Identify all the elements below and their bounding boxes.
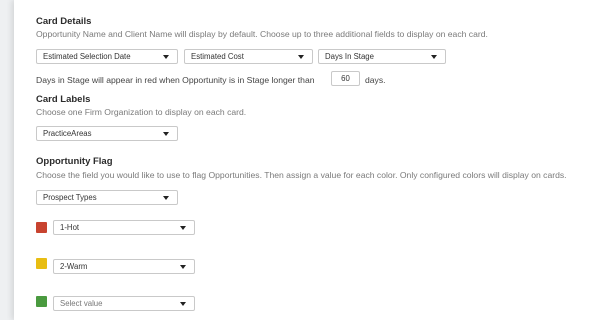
days-threshold-input[interactable]: 60 bbox=[331, 71, 360, 86]
settings-panel: Card Details Opportunity Name and Client… bbox=[14, 0, 600, 320]
chevron-down-icon bbox=[298, 55, 304, 59]
chevron-down-icon bbox=[163, 196, 169, 200]
flag-color-swatch-red[interactable] bbox=[36, 222, 47, 233]
card-label-value: PracticeAreas bbox=[43, 129, 92, 138]
card-field-2-select[interactable]: Estimated Cost bbox=[184, 49, 313, 64]
card-field-3-value: Days In Stage bbox=[325, 52, 374, 61]
flag-field-value: Prospect Types bbox=[43, 193, 97, 202]
flag-value-select-yellow[interactable]: 2-Warm bbox=[53, 259, 195, 274]
flag-value-yellow: 2-Warm bbox=[60, 262, 88, 271]
card-details-heading: Card Details bbox=[36, 16, 92, 27]
flag-color-swatch-yellow[interactable] bbox=[36, 258, 47, 269]
card-label-select[interactable]: PracticeAreas bbox=[36, 126, 178, 141]
chevron-down-icon bbox=[180, 302, 186, 306]
flag-value-select-green[interactable]: Select value bbox=[53, 296, 195, 311]
flag-value-red: 1-Hot bbox=[60, 223, 80, 232]
flag-field-select[interactable]: Prospect Types bbox=[36, 190, 178, 205]
card-labels-description: Choose one Firm Organization to display … bbox=[36, 107, 247, 117]
chevron-down-icon bbox=[431, 55, 437, 59]
days-in-stage-text: Days in Stage will appear in red when Op… bbox=[36, 75, 315, 85]
card-field-3-select[interactable]: Days In Stage bbox=[318, 49, 446, 64]
chevron-down-icon bbox=[180, 226, 186, 230]
opportunity-flag-description: Choose the field you would like to use t… bbox=[36, 170, 567, 180]
card-field-1-select[interactable]: Estimated Selection Date bbox=[36, 49, 178, 64]
chevron-down-icon bbox=[180, 265, 186, 269]
card-labels-heading: Card Labels bbox=[36, 94, 91, 105]
flag-value-select-red[interactable]: 1-Hot bbox=[53, 220, 195, 235]
flag-value-green-placeholder: Select value bbox=[60, 299, 103, 308]
days-unit-label: days. bbox=[365, 75, 386, 85]
chevron-down-icon bbox=[163, 55, 169, 59]
chevron-down-icon bbox=[163, 132, 169, 136]
card-field-2-value: Estimated Cost bbox=[191, 52, 244, 61]
flag-color-swatch-green[interactable] bbox=[36, 296, 47, 307]
card-field-1-value: Estimated Selection Date bbox=[43, 52, 131, 61]
card-details-description: Opportunity Name and Client Name will di… bbox=[36, 29, 488, 39]
opportunity-flag-heading: Opportunity Flag bbox=[36, 156, 113, 167]
